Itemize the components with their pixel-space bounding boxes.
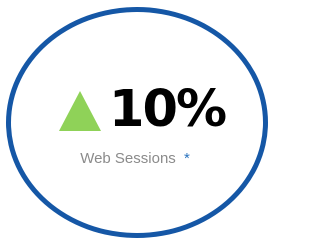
- metric-label: Web Sessions: [80, 150, 176, 167]
- metric-value: 10%: [109, 80, 227, 139]
- footnote-marker[interactable]: *: [184, 150, 190, 167]
- metric-row: 10%: [59, 80, 227, 139]
- triangle-up-icon: [59, 91, 101, 131]
- metric-label-row: Web Sessions *: [0, 150, 270, 168]
